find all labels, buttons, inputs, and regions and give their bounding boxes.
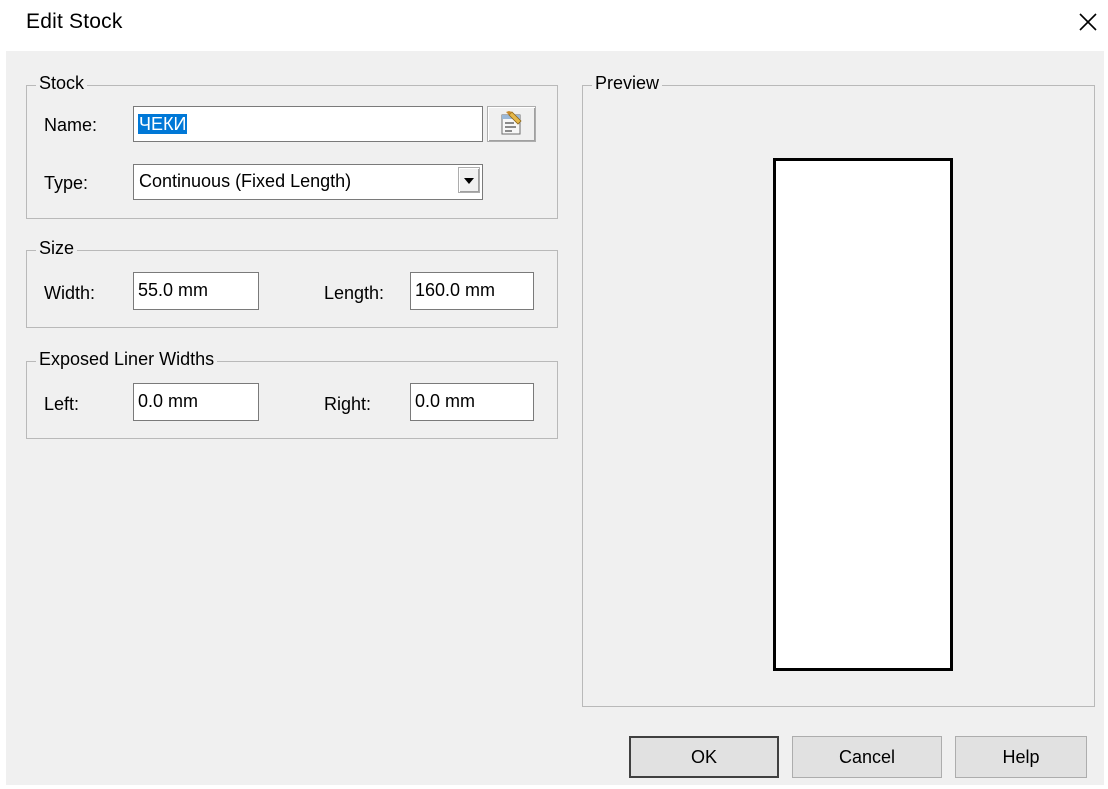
edit-stock-dialog: Edit Stock Stock Name: ЧЕКИ Type: Contin…: [0, 0, 1108, 789]
properties-icon: [501, 111, 522, 135]
size-group-legend: Size: [36, 237, 78, 259]
cancel-button[interactable]: Cancel: [792, 736, 942, 778]
help-button[interactable]: Help: [955, 736, 1087, 778]
left-liner-input-value: 0.0 mm: [138, 391, 199, 411]
right-liner-input[interactable]: 0.0 mm: [410, 383, 534, 421]
name-properties-button[interactable]: [487, 106, 536, 142]
length-input[interactable]: 160.0 mm: [410, 272, 534, 310]
stock-preview-shape: [773, 158, 953, 671]
length-input-value: 160.0 mm: [415, 280, 496, 300]
left-label: Left:: [44, 394, 80, 414]
preview-group-legend: Preview: [592, 72, 663, 94]
length-label: Length:: [324, 283, 385, 303]
close-icon: [1079, 13, 1097, 31]
width-input[interactable]: 55.0 mm: [133, 272, 259, 310]
type-select-value: Continuous (Fixed Length): [139, 171, 352, 191]
right-liner-input-value: 0.0 mm: [415, 391, 476, 411]
name-label: Name:: [44, 115, 98, 135]
width-label: Width:: [44, 283, 96, 303]
width-input-value: 55.0 mm: [138, 280, 209, 300]
left-liner-input[interactable]: 0.0 mm: [133, 383, 259, 421]
name-input-value: ЧЕКИ: [138, 114, 188, 134]
type-label: Type:: [44, 173, 89, 193]
title-bar: Edit Stock: [0, 0, 1108, 50]
ok-button[interactable]: OK: [629, 736, 779, 778]
close-button[interactable]: [1074, 8, 1102, 36]
right-label: Right:: [324, 394, 372, 414]
dialog-client-area: Stock Name: ЧЕКИ Type: Continuous (Fixed…: [6, 51, 1104, 785]
name-input[interactable]: ЧЕКИ: [133, 106, 483, 142]
exposed-liner-group-legend: Exposed Liner Widths: [36, 348, 218, 370]
type-select[interactable]: Continuous (Fixed Length): [133, 164, 483, 200]
stock-group-legend: Stock: [36, 72, 88, 94]
dialog-title: Edit Stock: [26, 10, 123, 33]
chevron-down-icon[interactable]: [458, 167, 480, 193]
